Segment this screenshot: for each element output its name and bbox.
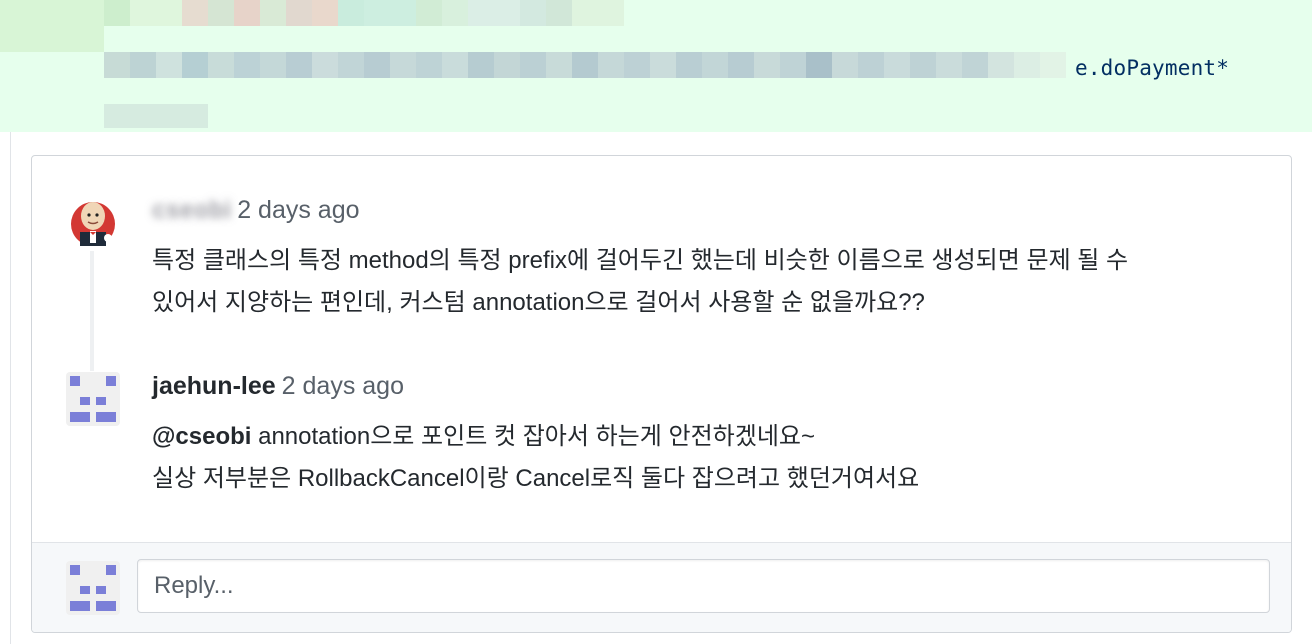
comment-body: 특정 클래스의 특정 method의 특정 prefix에 걸어두긴 했는데 비… bbox=[152, 240, 1262, 324]
review-comment-thread: cseobi 2 days ago 특정 클래스의 특정 method의 특정 p… bbox=[31, 155, 1292, 633]
comment-body: @cseobi annotation으로 포인트 컷 잡아서 하는게 안전하겠네… bbox=[152, 416, 1262, 500]
diff-added-line: e.doPayment* bbox=[0, 0, 1312, 132]
current-user-avatar bbox=[66, 561, 120, 615]
reply-bar bbox=[32, 542, 1291, 632]
comment-header: cseobi 2 days ago bbox=[152, 194, 360, 226]
comment-body-line: 있어서 지양하는 편인데, 커스텀 annotation으로 걸어서 사용할 순… bbox=[152, 289, 925, 316]
timeline-connector bbox=[90, 251, 94, 371]
reply-input[interactable] bbox=[137, 559, 1270, 613]
comment-body-line: 실상 저부분은 RollbackCancel이랑 Cancel로직 둘다 잡으려… bbox=[152, 465, 920, 492]
user-mention-link[interactable]: @cseobi bbox=[152, 423, 251, 450]
blurred-code-row-middle bbox=[104, 52, 1066, 78]
diff-code-text: e.doPayment* bbox=[1075, 56, 1230, 80]
comment-body-line: 특정 클래스의 특정 method의 특정 prefix에 걸어두긴 했는데 비… bbox=[152, 247, 1129, 274]
comment-timestamp[interactable]: 2 days ago bbox=[282, 372, 404, 400]
comment-timestamp[interactable]: 2 days ago bbox=[237, 196, 359, 224]
comment-body-line: @cseobi annotation으로 포인트 컷 잡아서 하는게 안전하겠네… bbox=[152, 416, 1262, 458]
comment-author[interactable]: jaehun-lee bbox=[152, 372, 276, 400]
blurred-code-row-top bbox=[0, 0, 624, 52]
jenkins-butler-avatar[interactable] bbox=[66, 194, 120, 248]
comment-header: jaehun-lee 2 days ago bbox=[152, 370, 404, 402]
comment-author[interactable]: cseobi bbox=[152, 196, 231, 224]
blurred-code-row-bottom bbox=[104, 104, 208, 128]
comment-body-text: annotation으로 포인트 컷 잡아서 하는게 안전하겠네요~ bbox=[251, 423, 816, 450]
identicon-icon bbox=[66, 372, 120, 426]
identicon-avatar[interactable] bbox=[66, 372, 120, 426]
jenkins-icon bbox=[66, 194, 120, 248]
identicon-icon bbox=[66, 561, 120, 615]
